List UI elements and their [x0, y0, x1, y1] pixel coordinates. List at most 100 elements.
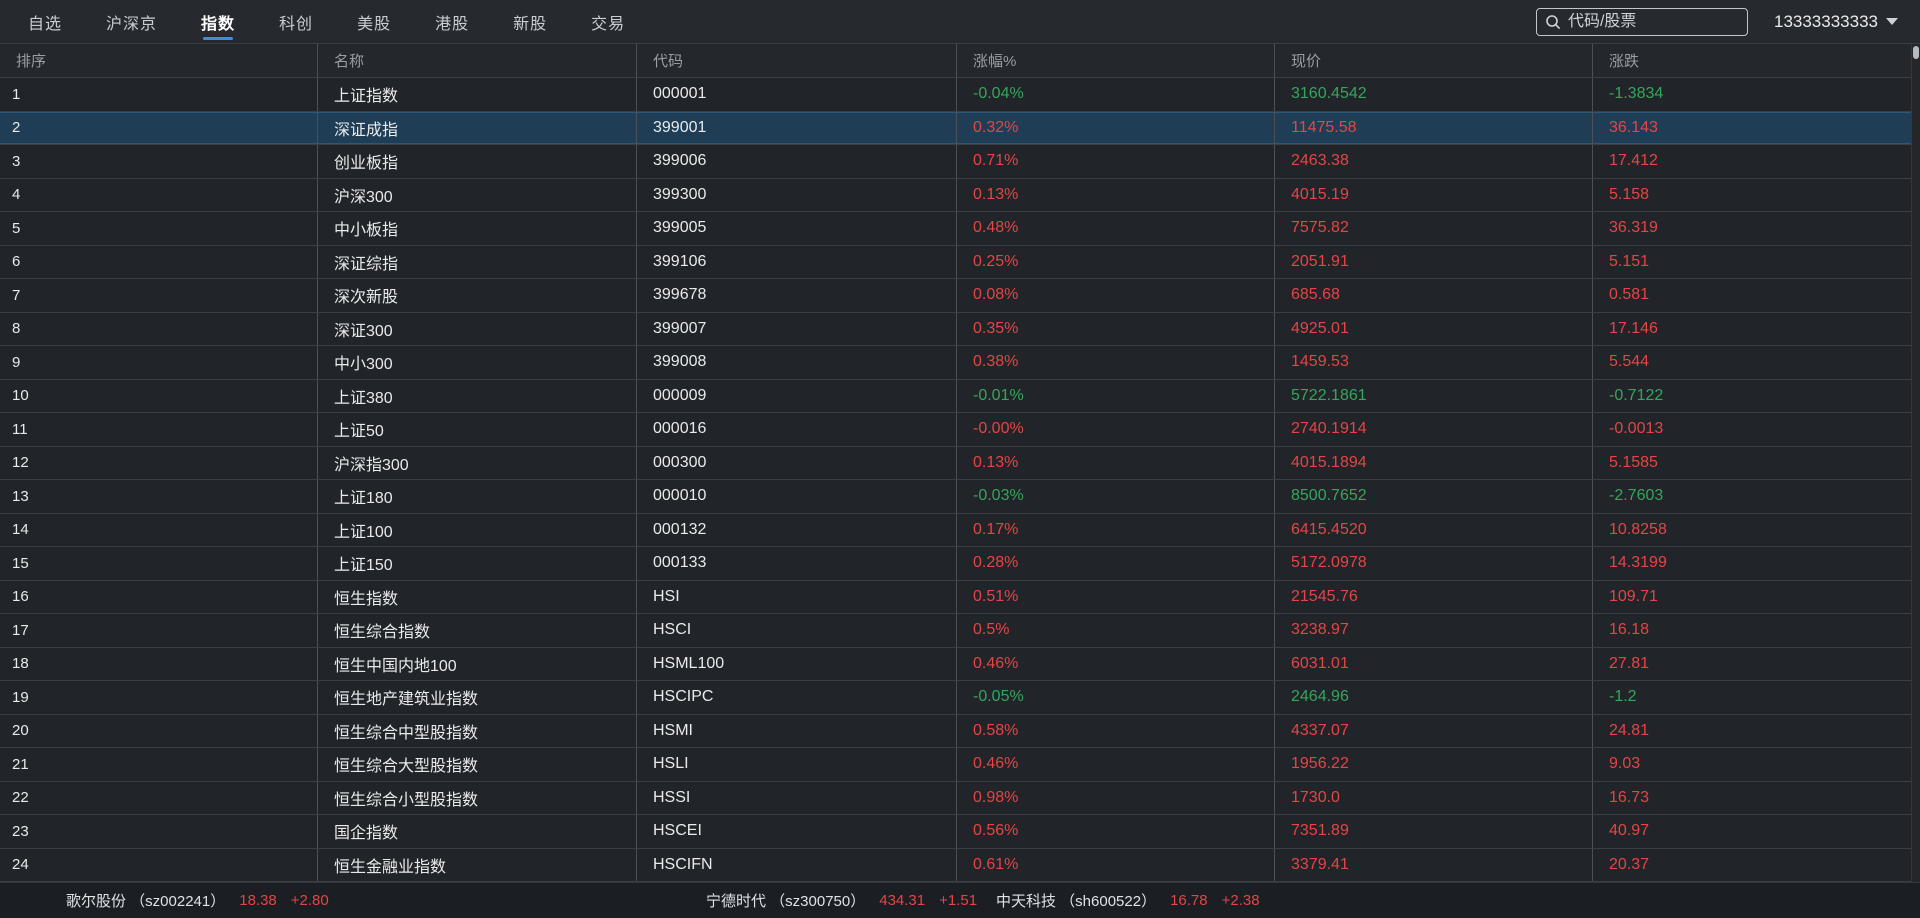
column-header: 涨跌: [1593, 44, 1920, 77]
nav-tab[interactable]: 交易: [591, 0, 625, 43]
nav-tab[interactable]: 指数: [201, 0, 235, 43]
table-row[interactable]: 23国企指数HSCEI0.56%7351.8940.97: [0, 815, 1920, 849]
change-cell: 36.319: [1593, 212, 1920, 245]
scrollbar-thumb[interactable]: [1913, 46, 1919, 59]
code-cell: HSCEI: [637, 815, 957, 848]
footer-ticker[interactable]: 中天科技 （sh600522）16.78+2.38: [996, 883, 1260, 918]
name-cell: 中小板指: [318, 212, 637, 245]
table-row[interactable]: 7深次新股3996780.08%685.680.581: [0, 279, 1920, 313]
table-row[interactable]: 17恒生综合指数HSCI0.5%3238.9716.18: [0, 614, 1920, 648]
table-row[interactable]: 24恒生金融业指数HSCIFN0.61%3379.4120.37: [0, 849, 1920, 883]
pct-cell: 0.51%: [957, 581, 1275, 614]
rank-cell: 11: [0, 413, 318, 446]
nav-tab[interactable]: 科创: [279, 0, 313, 43]
change-cell: 17.146: [1593, 313, 1920, 346]
table-row[interactable]: 3创业板指3990060.71%2463.3817.412: [0, 145, 1920, 179]
code-cell: 000132: [637, 514, 957, 547]
rank-cell: 6: [0, 246, 318, 279]
table-row[interactable]: 16恒生指数HSI0.51%21545.76109.71: [0, 581, 1920, 615]
table-row[interactable]: 13上证180000010-0.03%8500.7652-2.7603: [0, 480, 1920, 514]
name-cell: 恒生综合小型股指数: [318, 782, 637, 815]
table-row[interactable]: 14上证1000001320.17%6415.452010.8258: [0, 514, 1920, 548]
table-row[interactable]: 11上证50000016-0.00%2740.1914-0.0013: [0, 413, 1920, 447]
price-cell: 685.68: [1275, 279, 1593, 312]
footer-ticker[interactable]: 歌尔股份 （sz002241）18.38+2.80: [66, 883, 329, 918]
footer-ticker[interactable]: 宁德时代 （sz300750）434.31+1.51: [706, 883, 977, 918]
nav-tab[interactable]: 自选: [28, 0, 62, 43]
rank-cell: 21: [0, 748, 318, 781]
price-cell: 5172.0978: [1275, 547, 1593, 580]
table-row[interactable]: 6深证综指3991060.25%2051.915.151: [0, 246, 1920, 280]
change-cell: 36.143: [1593, 112, 1920, 145]
nav-tab[interactable]: 沪深京: [106, 0, 157, 43]
change-cell: 5.544: [1593, 346, 1920, 379]
ticker-change: +1.51: [939, 892, 977, 909]
change-cell: -0.0013: [1593, 413, 1920, 446]
pct-cell: -0.03%: [957, 480, 1275, 513]
table-row[interactable]: 21恒生综合大型股指数HSLI0.46%1956.229.03: [0, 748, 1920, 782]
vertical-scrollbar[interactable]: [1911, 44, 1920, 882]
code-cell: HSMI: [637, 715, 957, 748]
nav-tab[interactable]: 美股: [357, 0, 391, 43]
table-row[interactable]: 22恒生综合小型股指数HSSI0.98%1730.016.73: [0, 782, 1920, 816]
ticker-name: 歌尔股份 （sz002241）: [66, 890, 225, 911]
change-cell: 16.18: [1593, 614, 1920, 647]
table-row[interactable]: 5中小板指3990050.48%7575.8236.319: [0, 212, 1920, 246]
rank-cell: 23: [0, 815, 318, 848]
change-cell: 27.81: [1593, 648, 1920, 681]
pct-cell: 0.13%: [957, 179, 1275, 212]
code-cell: HSSI: [637, 782, 957, 815]
table-row[interactable]: 20恒生综合中型股指数HSMI0.58%4337.0724.81: [0, 715, 1920, 749]
change-cell: 17.412: [1593, 145, 1920, 178]
nav-tabs: 自选 沪深京 指数 科创 美股 港股 新股 交易: [28, 0, 625, 43]
table-row[interactable]: 19恒生地产建筑业指数HSCIPC-0.05%2464.96-1.2: [0, 681, 1920, 715]
code-cell: HSLI: [637, 748, 957, 781]
price-cell: 21545.76: [1275, 581, 1593, 614]
rank-cell: 4: [0, 179, 318, 212]
name-cell: 沪深指300: [318, 447, 637, 480]
table-row[interactable]: 8深证3003990070.35%4925.0117.146: [0, 313, 1920, 347]
price-cell: 3379.41: [1275, 849, 1593, 882]
price-cell: 2463.38: [1275, 145, 1593, 178]
account-dropdown[interactable]: 13333333333: [1774, 12, 1898, 32]
name-cell: 深证综指: [318, 246, 637, 279]
table-row[interactable]: 2深证成指3990010.32%11475.5836.143: [0, 112, 1920, 146]
search-input[interactable]: [1568, 13, 1739, 31]
name-cell: 深证300: [318, 313, 637, 346]
pct-cell: 0.08%: [957, 279, 1275, 312]
nav-tab[interactable]: 新股: [513, 0, 547, 43]
code-cell: 000010: [637, 480, 957, 513]
rank-cell: 13: [0, 480, 318, 513]
column-header: 排序: [0, 44, 318, 77]
pct-cell: 0.71%: [957, 145, 1275, 178]
column-header: 代码: [637, 44, 957, 77]
change-cell: 5.158: [1593, 179, 1920, 212]
pct-cell: 0.5%: [957, 614, 1275, 647]
name-cell: 恒生金融业指数: [318, 849, 637, 882]
table-row[interactable]: 4沪深3003993000.13%4015.195.158: [0, 179, 1920, 213]
pct-cell: 0.58%: [957, 715, 1275, 748]
pct-cell: 0.25%: [957, 246, 1275, 279]
table-row[interactable]: 1上证指数000001-0.04%3160.4542-1.3834: [0, 78, 1920, 112]
table-row[interactable]: 12沪深指3000003000.13%4015.18945.1585: [0, 447, 1920, 481]
price-cell: 1730.0: [1275, 782, 1593, 815]
name-cell: 恒生中国内地100: [318, 648, 637, 681]
table-row[interactable]: 9中小3003990080.38%1459.535.544: [0, 346, 1920, 380]
name-cell: 中小300: [318, 346, 637, 379]
table-row[interactable]: 18恒生中国内地100HSML1000.46%6031.0127.81: [0, 648, 1920, 682]
name-cell: 恒生综合指数: [318, 614, 637, 647]
name-cell: 上证180: [318, 480, 637, 513]
name-cell: 恒生综合中型股指数: [318, 715, 637, 748]
price-cell: 6415.4520: [1275, 514, 1593, 547]
code-cell: 000016: [637, 413, 957, 446]
rank-cell: 12: [0, 447, 318, 480]
name-cell: 上证指数: [318, 78, 637, 111]
table-row[interactable]: 10上证380000009-0.01%5722.1861-0.7122: [0, 380, 1920, 414]
name-cell: 沪深300: [318, 179, 637, 212]
table-row[interactable]: 15上证1500001330.28%5172.097814.3199: [0, 547, 1920, 581]
rank-cell: 15: [0, 547, 318, 580]
nav-tab[interactable]: 港股: [435, 0, 469, 43]
rank-cell: 1: [0, 78, 318, 111]
code-cell: 399300: [637, 179, 957, 212]
search-box[interactable]: [1536, 8, 1748, 36]
